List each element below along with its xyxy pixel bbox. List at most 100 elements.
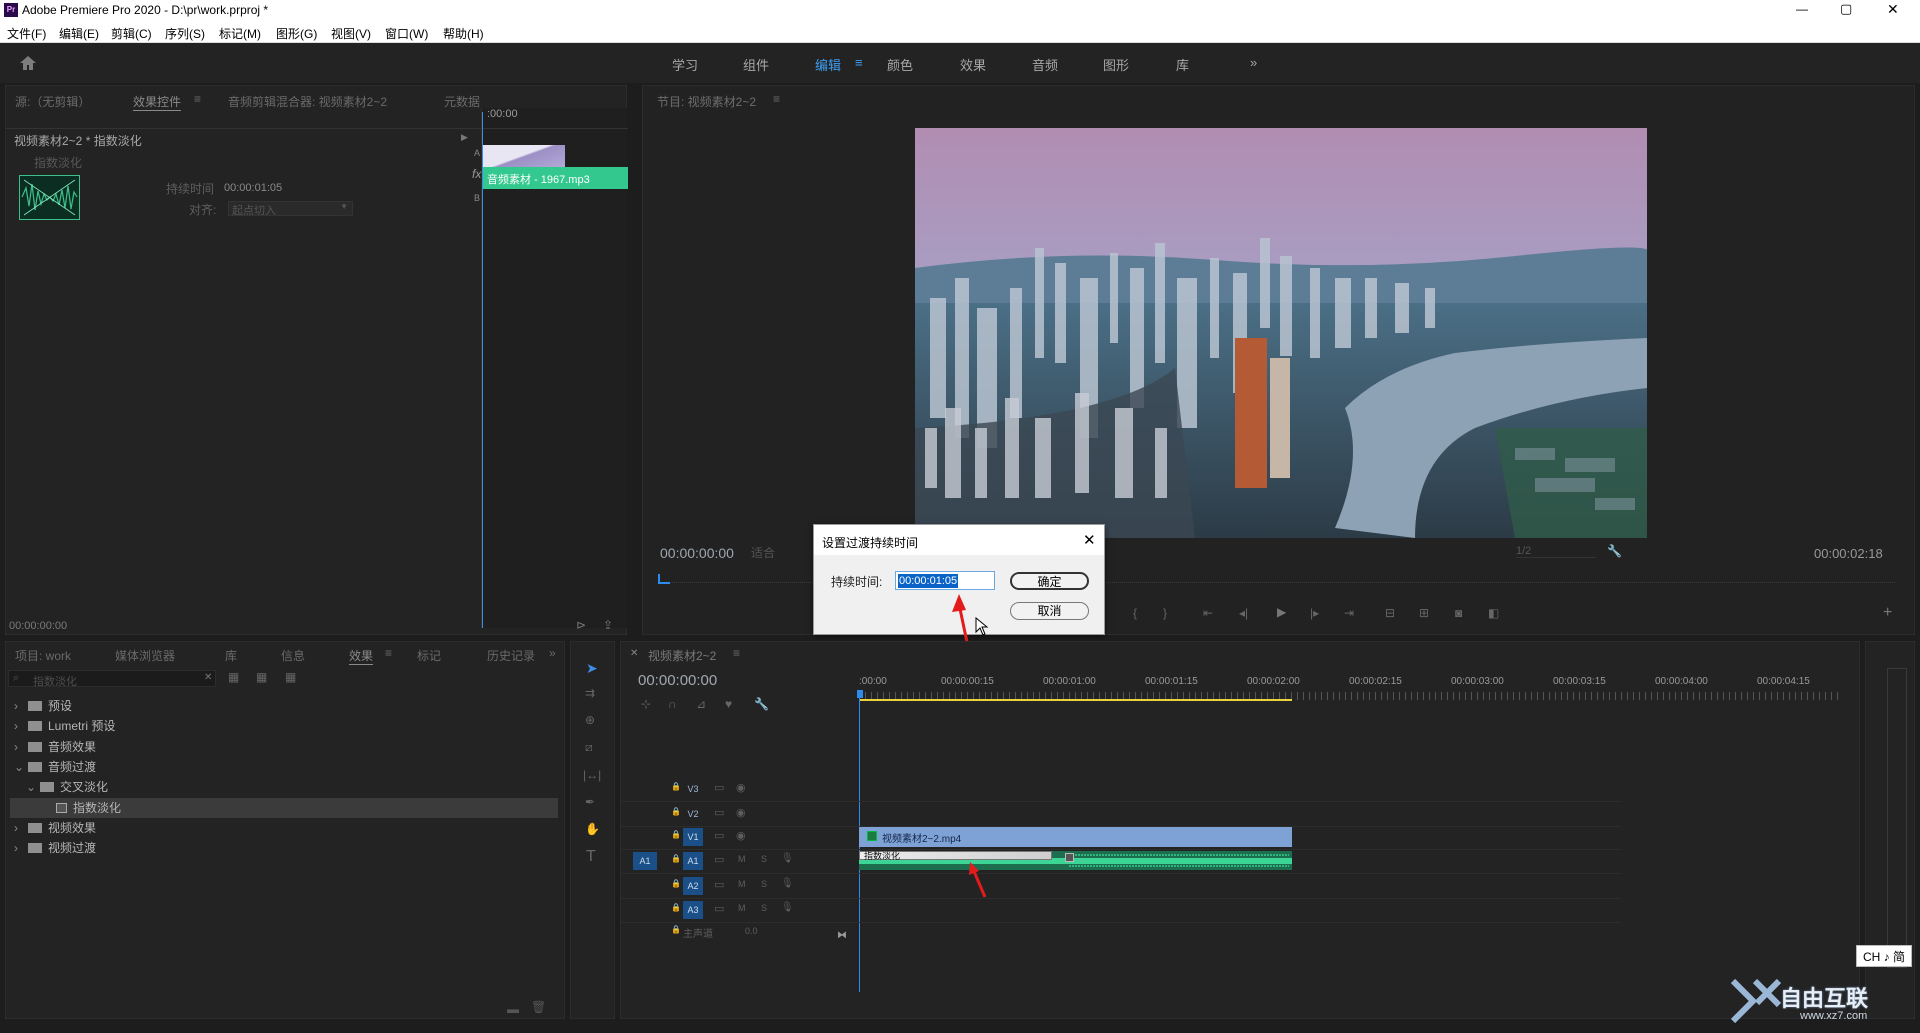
eye-icon[interactable]: ◉ — [736, 829, 746, 842]
lock-icon[interactable]: 🔒 — [671, 782, 681, 791]
solo-button[interactable]: S — [761, 854, 767, 864]
tree-item[interactable]: ⌄ 音频过渡 — [14, 757, 96, 777]
menu-sequence[interactable]: 序列(S) — [165, 25, 205, 42]
tree-item[interactable]: › 预设 — [14, 696, 72, 716]
tab-audio-clip-mixer[interactable]: 音频剪辑混合器: 视频素材2~2 — [228, 93, 387, 110]
timeline-tab[interactable]: 视频素材2~2 — [648, 647, 716, 664]
chevron-down-icon[interactable]: ⌄ — [14, 757, 28, 777]
selection-tool-icon[interactable]: ➤ — [586, 660, 598, 677]
extract-icon[interactable]: ⊞ — [1419, 606, 1429, 620]
home-icon[interactable] — [19, 55, 37, 71]
quality-dropdown[interactable]: 1/2 — [1516, 545, 1596, 558]
align-dropdown[interactable]: 起点切入 ▼ — [228, 201, 353, 217]
type-tool-icon[interactable]: T — [586, 848, 596, 866]
chevron-down-icon[interactable]: ⌄ — [26, 777, 40, 797]
dialog-duration-input[interactable]: 00:00:01:05 — [895, 571, 995, 590]
compare-icon[interactable]: ◧ — [1488, 606, 1499, 620]
transition-clip[interactable]: 指数淡化 — [859, 851, 1052, 861]
32bit-effects-icon[interactable]: ▦ — [256, 670, 267, 684]
time-ruler[interactable]: :00:00 00:00:00:15 00:00:01:00 00:00:01:15 0… — [859, 664, 1859, 702]
chevron-right-icon[interactable]: › — [14, 838, 28, 858]
menu-help[interactable]: 帮助(H) — [443, 25, 484, 42]
dialog-close-icon[interactable]: ✕ — [1083, 531, 1096, 549]
program-timecode[interactable]: 00:00:00:00 — [660, 545, 734, 561]
tab-project[interactable]: 项目: work — [15, 647, 71, 664]
workspace-assembly[interactable]: 组件 — [743, 55, 769, 74]
track-select-tool-icon[interactable]: ⇉ — [585, 686, 595, 700]
tree-item[interactable]: › 视频过渡 — [14, 838, 96, 858]
track-target-v2[interactable]: V2 — [683, 805, 703, 823]
chevron-right-icon[interactable]: › — [14, 737, 28, 757]
program-menu-icon[interactable]: ≡ — [773, 92, 780, 106]
source-patch-a1[interactable]: A1 — [633, 852, 657, 870]
more-tabs-icon[interactable]: » — [549, 646, 556, 660]
menu-clip[interactable]: 剪辑(C) — [111, 25, 152, 42]
sync-lock-icon[interactable]: ▭ — [714, 806, 724, 819]
chevron-right-icon[interactable]: › — [14, 716, 28, 736]
mute-button[interactable]: M — [738, 903, 746, 913]
cancel-button[interactable]: 取消 — [1010, 602, 1089, 620]
ok-button[interactable]: 确定 — [1010, 572, 1089, 590]
restore-button[interactable]: ▢ — [1840, 1, 1852, 17]
lift-icon[interactable]: ⊟ — [1385, 606, 1395, 620]
pen-tool-icon[interactable]: ✒ — [585, 795, 595, 809]
master-lock-icon[interactable]: 🔒 — [671, 925, 681, 934]
workspace-editing[interactable]: 编辑 — [815, 55, 841, 74]
tab-libraries[interactable]: 库 — [225, 647, 237, 664]
track-target-a1[interactable]: A1 — [683, 852, 703, 870]
go-to-out-icon[interactable]: ⇥ — [1344, 606, 1354, 620]
eye-icon[interactable]: ◉ — [736, 806, 746, 819]
camera-icon[interactable]: ◙ — [1455, 606, 1462, 620]
tab-metadata[interactable]: 元数据 — [444, 93, 480, 110]
tab-source[interactable]: 源:（无剪辑） — [15, 93, 90, 110]
step-back-icon[interactable]: ◂| — [1239, 606, 1248, 620]
sync-lock-icon[interactable]: ▭ — [714, 829, 724, 842]
master-volume-value[interactable]: 0.0 — [745, 926, 758, 936]
mute-button[interactable]: M — [738, 854, 746, 864]
program-video-frame[interactable] — [915, 128, 1647, 538]
lock-icon[interactable]: 🔒 — [671, 830, 681, 839]
track-target-v3[interactable]: V3 — [683, 780, 703, 798]
snap-icon[interactable]: ⊹ — [641, 697, 651, 711]
add-marker-icon[interactable]: ⊿ — [696, 697, 706, 711]
sync-lock-icon[interactable]: ▭ — [714, 853, 724, 866]
keyframe-icon[interactable] — [1065, 853, 1074, 862]
track-target-a3[interactable]: A3 — [683, 901, 703, 919]
filter-icon[interactable]: ⊳ — [576, 618, 586, 632]
hand-tool-icon[interactable]: ✋ — [585, 822, 600, 836]
lock-icon[interactable]: 🔒 — [671, 879, 681, 888]
playhead[interactable] — [482, 112, 483, 628]
track-target-a2[interactable]: A2 — [683, 877, 703, 895]
tree-item[interactable]: 指数淡化 — [10, 797, 558, 818]
tab-markers[interactable]: 标记 — [417, 647, 441, 664]
workspace-graphics[interactable]: 图形 — [1103, 55, 1129, 74]
audio-clip-block[interactable]: 音频素材 - 1967.mp3 — [482, 167, 628, 189]
go-to-in-icon[interactable]: ⇤ — [1203, 606, 1213, 620]
sync-lock-icon[interactable]: ▭ — [714, 902, 724, 915]
timeline-timecode[interactable]: 00:00:00:00 — [638, 672, 717, 689]
solo-button[interactable]: S — [761, 879, 767, 889]
wrench-icon[interactable]: 🔧 — [1607, 544, 1622, 558]
tree-item[interactable]: › 音频效果 — [14, 737, 96, 757]
workspace-learn[interactable]: 学习 — [672, 55, 698, 74]
workspace-audio[interactable]: 音频 — [1032, 55, 1058, 74]
razor-tool-icon[interactable]: ⧄ — [585, 740, 593, 755]
add-button-icon[interactable]: + — [1883, 604, 1892, 622]
effects-menu-icon[interactable]: ≡ — [385, 646, 392, 660]
clear-search-icon[interactable]: ✕ — [204, 672, 212, 683]
workspace-effects[interactable]: 效果 — [960, 55, 986, 74]
sync-lock-icon[interactable]: ▭ — [714, 878, 724, 891]
settings-wrench-icon[interactable]: 🔧 — [754, 697, 769, 711]
lock-icon[interactable]: 🔒 — [671, 807, 681, 816]
program-playhead[interactable] — [658, 574, 670, 584]
timeline-menu-icon[interactable]: ≡ — [733, 646, 740, 660]
export-icon[interactable]: ⇪ — [603, 618, 613, 632]
search-field[interactable]: ⌕ 指数淡化 ✕ — [8, 670, 216, 688]
mark-out-icon[interactable]: } — [1163, 606, 1167, 620]
chevron-right-icon[interactable]: › — [14, 696, 28, 716]
duration-value[interactable]: 00:00:01:05 — [224, 182, 282, 194]
menu-edit[interactable]: 编辑(E) — [59, 25, 99, 42]
solo-button[interactable]: S — [761, 903, 767, 913]
tab-info[interactable]: 信息 — [281, 647, 305, 664]
delete-icon[interactable]: 🗑 — [531, 1000, 546, 1014]
